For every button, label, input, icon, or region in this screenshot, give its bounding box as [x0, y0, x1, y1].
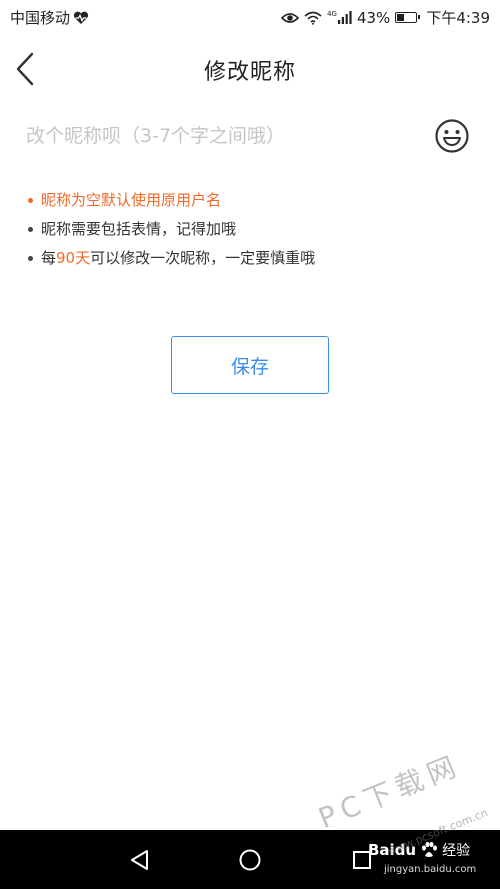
baidu-url-text: jingyan.baidu.com	[384, 864, 477, 875]
nickname-row	[0, 104, 500, 170]
nav-back-button[interactable]	[126, 846, 154, 874]
battery-icon	[395, 12, 421, 23]
network-type-label: 4G	[327, 10, 337, 18]
status-bar: 中国移动 4G 43% 下午4:39	[0, 0, 500, 34]
tip-item-empty-default: 昵称为空默认使用原用户名	[28, 186, 478, 215]
status-bar-right: 4G 43% 下午4:39	[281, 7, 490, 28]
wifi-icon	[304, 11, 322, 25]
emoji-button[interactable]	[434, 118, 470, 154]
tip-text-prefix: 每	[41, 249, 57, 267]
battery-percent-label: 43%	[356, 8, 391, 27]
heart-rate-icon	[73, 11, 89, 24]
triangle-back-icon	[131, 850, 148, 870]
bullet-dot	[28, 227, 33, 232]
tip-item-emoji-required: 昵称需要包括表情，记得加哦	[28, 215, 478, 244]
nickname-input[interactable]	[26, 116, 416, 156]
tip-text-suffix: 可以修改一次昵称，一定要慎重哦	[90, 249, 316, 267]
cellular-signal: 4G	[327, 11, 352, 24]
baidu-product-text: 经验	[442, 843, 471, 859]
save-button[interactable]: 保存	[171, 336, 329, 394]
page-title: 修改昵称	[203, 60, 296, 85]
app-header: 修改昵称	[0, 34, 500, 104]
carrier-label: 中国移动	[10, 9, 71, 27]
tip-text: 昵称为空默认使用原用户名	[41, 191, 222, 209]
nav-home-button[interactable]	[236, 846, 264, 874]
bullet-dot	[28, 198, 33, 203]
battery-fill	[397, 14, 405, 21]
eye-icon	[281, 12, 300, 23]
tip-highlight-days: 90天	[56, 249, 91, 267]
tip-item-change-limit: 每90天可以修改一次昵称，一定要慎重哦	[28, 244, 478, 273]
nickname-tips-list: 昵称为空默认使用原用户名 昵称需要包括表情，记得加哦 每90天可以修改一次昵称，…	[28, 186, 478, 273]
bullet-dot	[28, 256, 33, 261]
tip-text: 昵称需要包括表情，记得加哦	[41, 220, 237, 238]
status-bar-left: 中国移动	[10, 7, 89, 28]
circle-home-icon	[239, 849, 261, 871]
signal-bars-icon	[337, 11, 352, 24]
clock-label: 下午4:39	[426, 9, 490, 27]
smiley-face-icon	[435, 119, 469, 153]
